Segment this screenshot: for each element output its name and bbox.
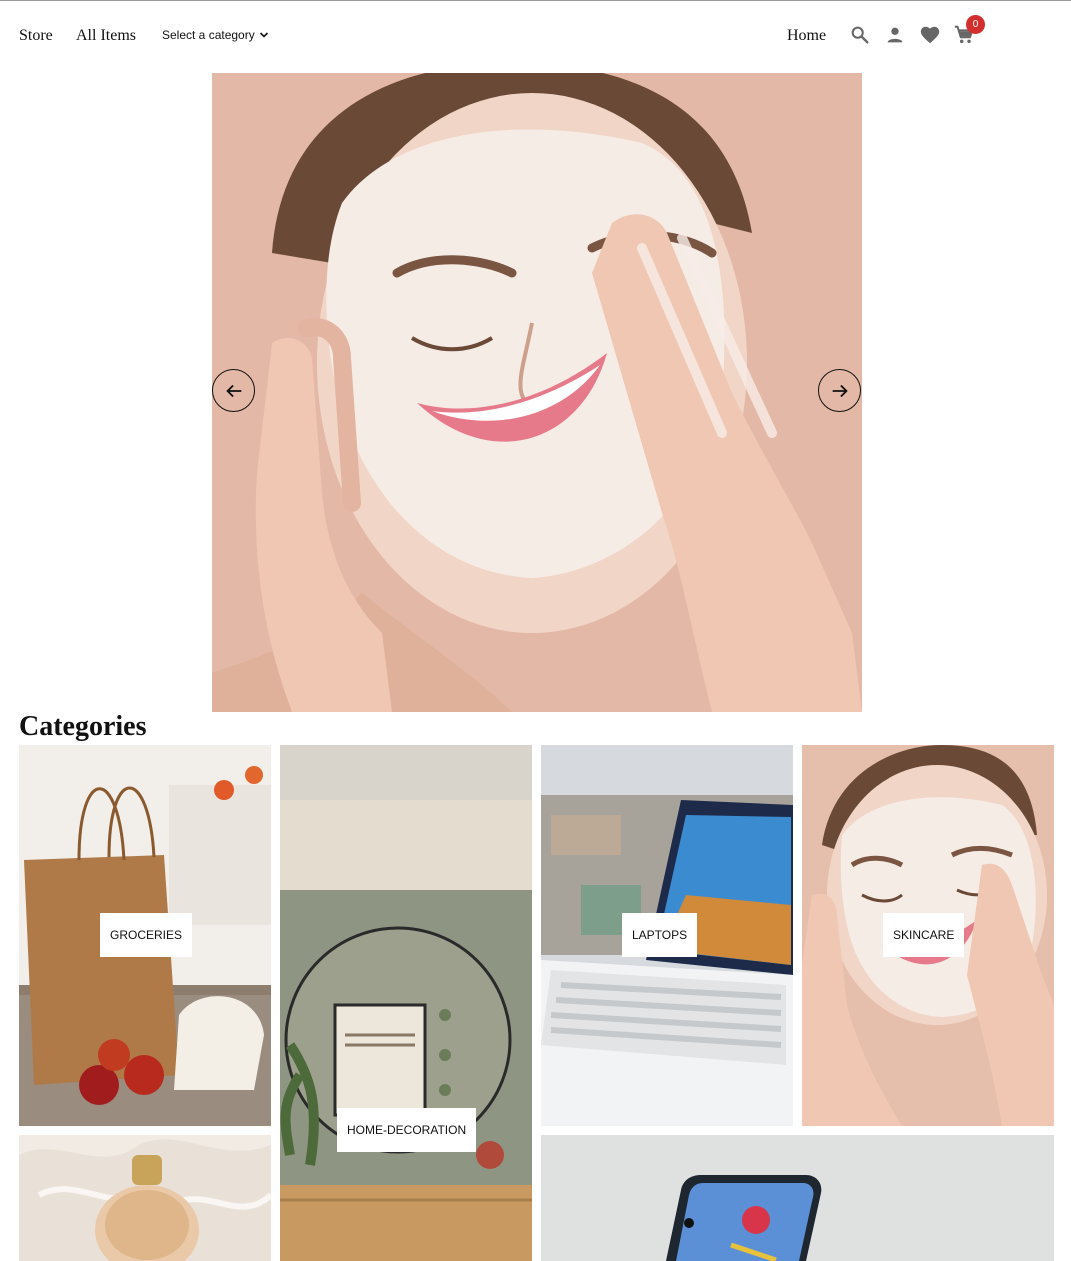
hero-slide-image [212, 73, 862, 712]
category-label-skincare: SKINCARE [883, 913, 965, 957]
smartphone-photo [541, 1135, 1054, 1261]
categories-heading: Categories [19, 711, 147, 742]
chevron-down-icon [259, 32, 268, 38]
category-select[interactable]: Select a category [162, 28, 270, 42]
category-label-home-decoration: HOME-DECORATION [337, 1108, 477, 1152]
hero-photo [212, 73, 862, 712]
carousel-prev-button[interactable] [212, 369, 255, 412]
category-select-label: Select a category [162, 28, 255, 42]
category-label-groceries: GROCERIES [100, 913, 193, 957]
category-tile-groceries[interactable]: GROCERIES [19, 745, 271, 1126]
cart-count-badge: 0 [966, 15, 985, 34]
nav-store-link[interactable]: Store [19, 27, 53, 45]
user-icon[interactable] [884, 24, 906, 46]
category-tile-home-decoration[interactable]: HOME-DECORATION [280, 745, 532, 1261]
top-nav: Store All Items Select a category Home 0 [0, 0, 1071, 72]
category-tile-skincare[interactable]: SKINCARE [802, 745, 1054, 1126]
arrow-left-icon [225, 384, 241, 397]
carousel-next-button[interactable] [818, 369, 861, 412]
category-label-laptops: LAPTOPS [622, 913, 698, 957]
arrow-right-icon [832, 384, 848, 397]
nav-home-link[interactable]: Home [787, 27, 826, 45]
heart-icon[interactable] [919, 24, 941, 46]
perfume-photo [19, 1135, 271, 1261]
nav-all-items-link[interactable]: All Items [76, 27, 136, 45]
category-tile-laptops[interactable]: LAPTOPS [541, 745, 793, 1126]
home-decoration-photo [280, 745, 532, 1261]
category-tile-perfume[interactable] [19, 1135, 271, 1261]
search-icon[interactable] [849, 24, 871, 46]
category-tile-phones[interactable] [541, 1135, 1054, 1261]
